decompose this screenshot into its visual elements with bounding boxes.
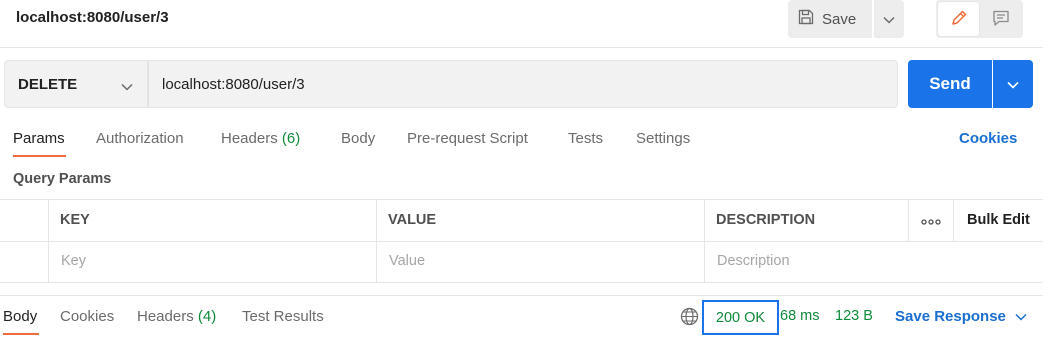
comments-button[interactable] [981, 2, 1021, 36]
response-tab-test-results[interactable]: Test Results [242, 308, 324, 325]
view-mode-toggle [936, 0, 1023, 38]
response-time: 68 ms [780, 308, 820, 324]
bulk-edit-button[interactable]: Bulk Edit [967, 212, 1030, 228]
pencil-icon [950, 9, 968, 30]
column-header-description: DESCRIPTION [716, 212, 816, 228]
response-size: 123 B [835, 308, 873, 324]
response-tab-cookies[interactable]: Cookies [60, 308, 114, 325]
status-badge: 200 OK [702, 300, 779, 335]
tab-headers-label: Headers [221, 130, 278, 147]
column-divider [908, 200, 909, 241]
active-tab-indicator [13, 155, 66, 157]
method-select[interactable]: DELETE [4, 60, 148, 108]
column-divider [953, 200, 954, 241]
edit-mode-button[interactable] [938, 2, 979, 36]
tab-headers-count: (6) [281, 130, 301, 147]
tab-tests[interactable]: Tests [568, 130, 603, 147]
column-header-key: KEY [60, 212, 90, 228]
send-button[interactable]: Send [908, 60, 992, 108]
save-group: Save [788, 0, 904, 38]
tab-body[interactable]: Body [341, 130, 375, 147]
response-headers-label: Headers [137, 308, 194, 325]
chevron-down-icon [121, 78, 133, 95]
save-options-button[interactable] [874, 0, 904, 38]
tab-headers[interactable]: Headers (6) [221, 130, 300, 147]
query-params-table: KEY VALUE DESCRIPTION Bulk Edit Key Valu… [0, 199, 1043, 283]
chevron-down-icon [1006, 308, 1027, 325]
cookies-link[interactable]: Cookies [959, 130, 1017, 147]
comment-icon [992, 9, 1010, 30]
save-button[interactable]: Save [788, 0, 872, 38]
column-divider [376, 200, 377, 283]
param-key-input[interactable]: Key [61, 253, 86, 269]
tab-authorization[interactable]: Authorization [96, 130, 184, 147]
globe-icon[interactable] [680, 307, 699, 329]
url-input[interactable]: localhost:8080/user/3 [148, 60, 898, 108]
more-icon[interactable] [921, 214, 941, 230]
save-response-button[interactable]: Save Response [895, 308, 1027, 325]
tab-params[interactable]: Params [13, 130, 65, 147]
save-response-label: Save Response [895, 308, 1006, 325]
active-tab-indicator [3, 333, 39, 335]
chevron-down-icon [883, 11, 895, 27]
response-divider [0, 295, 1043, 296]
header-divider [0, 47, 1043, 48]
column-header-value: VALUE [388, 212, 437, 228]
tab-pre-request-script[interactable]: Pre-request Script [407, 130, 528, 147]
send-options-button[interactable] [993, 60, 1033, 108]
url-value: localhost:8080/user/3 [162, 75, 305, 93]
table-row-divider [0, 241, 1043, 242]
chevron-down-icon [1007, 76, 1019, 92]
send-label: Send [929, 74, 971, 93]
param-description-input[interactable]: Description [717, 253, 790, 269]
request-title: localhost:8080/user/3 [16, 9, 169, 26]
method-value: DELETE [18, 75, 78, 93]
response-tab-headers[interactable]: Headers (4) [137, 308, 216, 325]
save-label: Save [822, 10, 857, 28]
save-icon [798, 9, 822, 29]
column-divider [48, 200, 49, 283]
response-tab-body[interactable]: Body [3, 308, 37, 325]
query-params-title: Query Params [13, 171, 112, 187]
param-value-input[interactable]: Value [389, 253, 425, 269]
column-divider [704, 200, 705, 283]
tab-settings[interactable]: Settings [636, 130, 690, 147]
response-headers-count: (4) [197, 308, 217, 325]
